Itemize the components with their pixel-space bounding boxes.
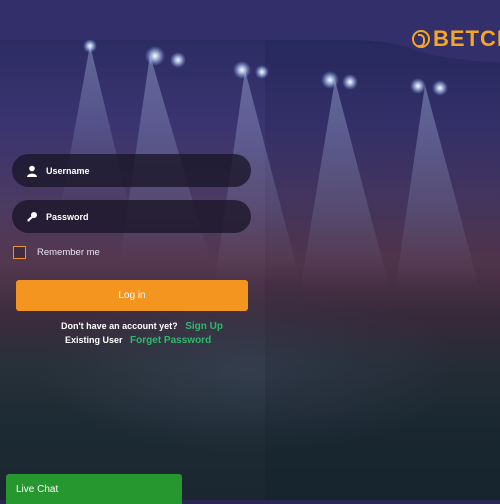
forget-password-link[interactable]: Forget Password [130, 335, 211, 346]
user-icon [25, 164, 39, 178]
coin-logo-icon [412, 30, 430, 48]
stadium-lights [60, 40, 480, 290]
password-field[interactable] [12, 200, 251, 233]
username-input[interactable] [46, 165, 236, 176]
site-logo[interactable]: BETCI [412, 26, 500, 52]
existing-user-text: Existing User [65, 335, 123, 345]
signup-row: Don't have an account yet? Sign Up [61, 321, 223, 332]
remember-me-label[interactable]: Remember me [37, 247, 100, 258]
password-input[interactable] [46, 211, 236, 222]
logo-text: BETCI [433, 26, 500, 51]
username-field[interactable] [12, 154, 251, 187]
key-icon [25, 210, 39, 224]
login-button[interactable]: Log in [16, 280, 248, 311]
live-chat-label: Live Chat [16, 483, 59, 495]
remember-me-row: Remember me [13, 246, 100, 259]
forget-password-row: Existing User Forget Password [65, 335, 211, 346]
no-account-text: Don't have an account yet? [61, 321, 178, 331]
signup-link[interactable]: Sign Up [185, 321, 223, 332]
remember-me-checkbox[interactable] [13, 246, 26, 259]
